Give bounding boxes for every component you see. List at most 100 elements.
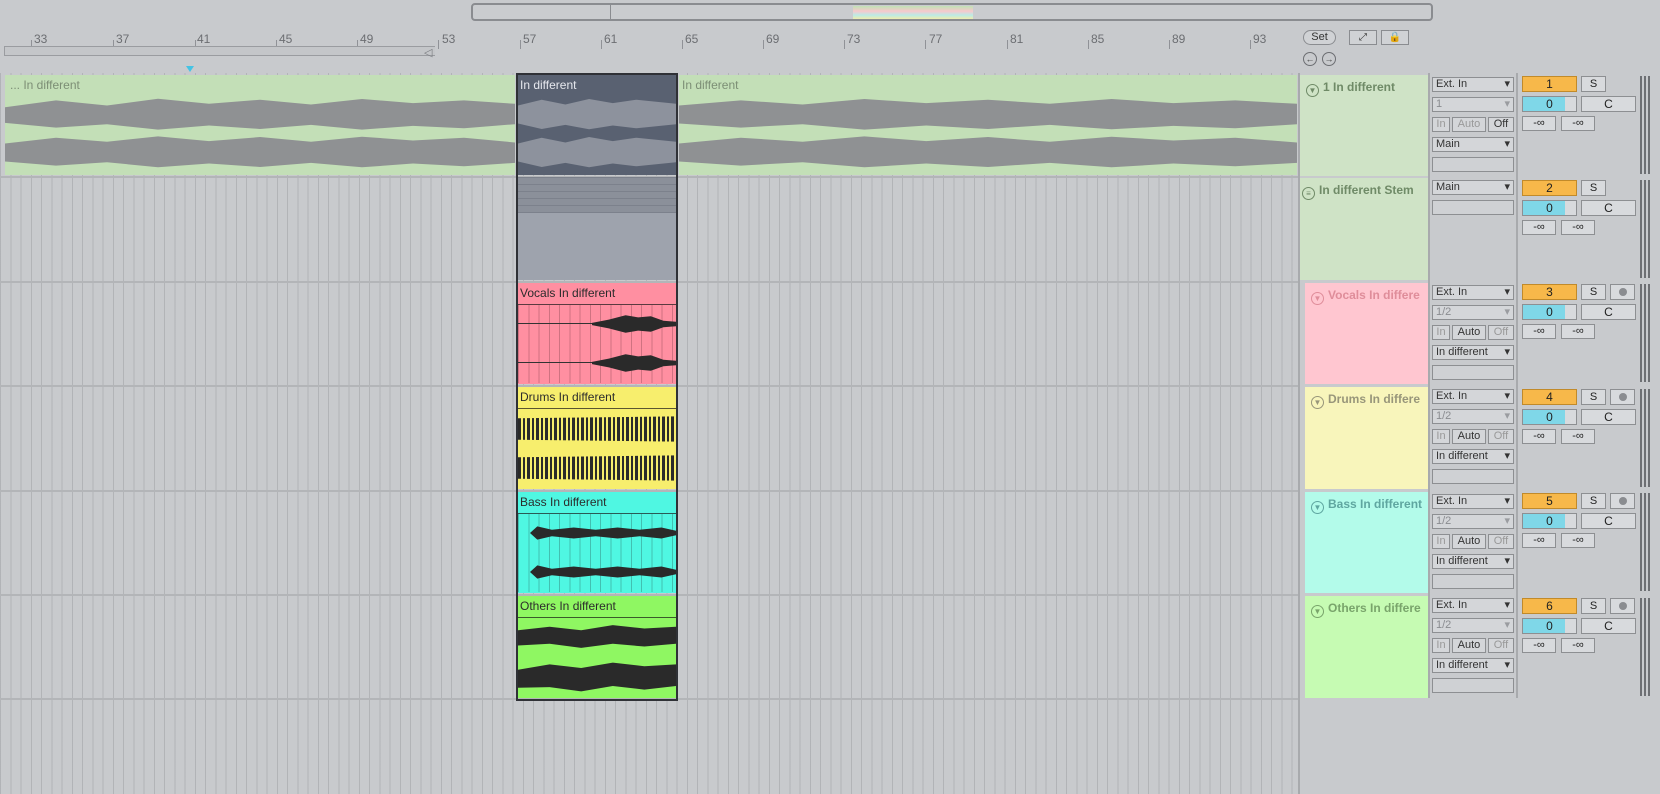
input-type-dropdown[interactable]: Ext. In — [1432, 285, 1514, 300]
volume-slider[interactable]: 0 — [1522, 409, 1577, 425]
fold-toggle-icon[interactable]: ▼ — [1311, 501, 1324, 514]
solo-button[interactable]: S — [1581, 284, 1606, 300]
audio-clip-vocals[interactable]: Vocals In different — [518, 283, 676, 384]
peak-left-readout[interactable]: -∞ — [1522, 638, 1556, 653]
pan-knob[interactable]: C — [1581, 513, 1636, 529]
pan-knob[interactable]: C — [1581, 96, 1636, 112]
peak-right-readout[interactable]: -∞ — [1561, 220, 1595, 235]
solo-button[interactable]: S — [1581, 389, 1606, 405]
monitor-off-button[interactable]: Off — [1488, 429, 1514, 444]
arm-record-button[interactable] — [1610, 493, 1635, 509]
solo-button[interactable]: S — [1581, 598, 1606, 614]
pan-knob[interactable]: C — [1581, 409, 1636, 425]
arm-record-button[interactable] — [1610, 284, 1635, 300]
peak-right-readout[interactable]: -∞ — [1561, 429, 1595, 444]
output-dropdown[interactable]: In different — [1432, 345, 1514, 360]
fold-toggle-icon[interactable]: ▼ — [1311, 396, 1324, 409]
solo-button[interactable]: S — [1581, 76, 1606, 92]
track-header-4[interactable]: ▼ Drums In differe — [1305, 387, 1428, 489]
audio-clip-selected[interactable]: In different — [518, 75, 676, 175]
track-activator-button[interactable]: 4 — [1522, 389, 1577, 405]
overview-visible-region[interactable] — [853, 6, 973, 19]
peak-right-readout[interactable]: -∞ — [1561, 324, 1595, 339]
peak-left-readout[interactable]: -∞ — [1522, 116, 1556, 131]
monitor-in-button[interactable]: In — [1432, 325, 1450, 340]
output-dropdown[interactable]: In different — [1432, 658, 1514, 673]
track-header-6[interactable]: ▼ Others In differe — [1305, 596, 1428, 698]
track-activator-button[interactable]: 1 — [1522, 76, 1577, 92]
volume-slider[interactable]: 0 — [1522, 96, 1577, 112]
volume-slider[interactable]: 0 — [1522, 200, 1577, 216]
peak-right-readout[interactable]: -∞ — [1561, 116, 1595, 131]
peak-right-readout[interactable]: -∞ — [1561, 533, 1595, 548]
monitor-off-button[interactable]: Off — [1488, 325, 1514, 340]
solo-button[interactable]: S — [1581, 180, 1606, 196]
output-channel-field[interactable] — [1432, 365, 1514, 380]
pan-knob[interactable]: C — [1581, 304, 1636, 320]
monitor-off-button[interactable]: Off — [1488, 117, 1514, 132]
peak-left-readout[interactable]: -∞ — [1522, 533, 1556, 548]
output-channel-field[interactable] — [1432, 200, 1514, 215]
output-channel-field[interactable] — [1432, 469, 1514, 484]
monitor-off-button[interactable]: Off — [1488, 534, 1514, 549]
input-type-dropdown[interactable]: Ext. In — [1432, 494, 1514, 509]
arm-record-button[interactable] — [1610, 389, 1635, 405]
audio-clip[interactable]: ... In different — [5, 75, 515, 175]
input-channel-dropdown[interactable]: 1 — [1432, 97, 1514, 112]
track-activator-button[interactable]: 6 — [1522, 598, 1577, 614]
output-dropdown[interactable]: In different — [1432, 554, 1514, 569]
monitor-in-button[interactable]: In — [1432, 117, 1450, 132]
input-channel-dropdown[interactable]: 1/2 — [1432, 409, 1514, 424]
group-fold-icon[interactable]: ≡ — [1302, 187, 1315, 200]
track-activator-button[interactable]: 2 — [1522, 180, 1577, 196]
monitor-auto-button[interactable]: Auto — [1452, 325, 1486, 340]
input-channel-dropdown[interactable]: 1/2 — [1432, 305, 1514, 320]
monitor-auto-button[interactable]: Auto — [1452, 638, 1486, 653]
fold-toggle-icon[interactable]: ▼ — [1306, 84, 1319, 97]
fold-toggle-icon[interactable]: ▼ — [1311, 605, 1324, 618]
volume-slider[interactable]: 0 — [1522, 513, 1577, 529]
input-type-dropdown[interactable]: Ext. In — [1432, 77, 1514, 92]
lock-icon[interactable]: 🔒 — [1381, 30, 1409, 45]
audio-clip[interactable]: In different — [679, 75, 1297, 175]
track-header-3[interactable]: ▼ Vocals In differe — [1305, 283, 1428, 384]
fold-toggle-icon[interactable]: ▼ — [1311, 292, 1324, 305]
input-type-dropdown[interactable]: Ext. In — [1432, 598, 1514, 613]
track-activator-button[interactable]: 3 — [1522, 284, 1577, 300]
arrow-left-icon[interactable]: ← — [1303, 52, 1317, 66]
peak-left-readout[interactable]: -∞ — [1522, 220, 1556, 235]
expand-arrows-icon[interactable]: ⤢ — [1349, 30, 1377, 45]
monitor-in-button[interactable]: In — [1432, 638, 1450, 653]
audio-clip-bass[interactable]: Bass In different — [518, 492, 676, 593]
stem-group-lane[interactable] — [518, 177, 676, 280]
output-dropdown[interactable]: In different — [1432, 449, 1514, 464]
solo-button[interactable]: S — [1581, 493, 1606, 509]
volume-slider[interactable]: 0 — [1522, 618, 1577, 634]
output-dropdown[interactable]: Main — [1432, 137, 1514, 152]
loop-end-marker[interactable]: ◁ — [424, 46, 432, 59]
monitor-in-button[interactable]: In — [1432, 534, 1450, 549]
volume-slider[interactable]: 0 — [1522, 304, 1577, 320]
input-type-dropdown[interactable]: Ext. In — [1432, 389, 1514, 404]
output-channel-field[interactable] — [1432, 157, 1514, 172]
pan-knob[interactable]: C — [1581, 618, 1636, 634]
arrow-right-icon[interactable]: → — [1322, 52, 1336, 66]
monitor-auto-button[interactable]: Auto — [1452, 534, 1486, 549]
output-dropdown[interactable]: Main — [1432, 180, 1514, 195]
monitor-auto-button[interactable]: Auto — [1452, 117, 1486, 132]
input-channel-dropdown[interactable]: 1/2 — [1432, 514, 1514, 529]
input-channel-dropdown[interactable]: 1/2 — [1432, 618, 1514, 633]
empty-drop-area[interactable] — [0, 698, 1298, 794]
pan-knob[interactable]: C — [1581, 200, 1636, 216]
loop-brace[interactable] — [4, 46, 435, 56]
arm-record-button[interactable] — [1610, 598, 1635, 614]
peak-right-readout[interactable]: -∞ — [1561, 638, 1595, 653]
audio-clip-others[interactable]: Others In different — [518, 596, 676, 698]
monitor-in-button[interactable]: In — [1432, 429, 1450, 444]
audio-clip-drums[interactable]: Drums In different — [518, 387, 676, 489]
monitor-off-button[interactable]: Off — [1488, 638, 1514, 653]
output-channel-field[interactable] — [1432, 574, 1514, 589]
set-locator-button[interactable]: Set — [1303, 30, 1336, 45]
peak-left-readout[interactable]: -∞ — [1522, 324, 1556, 339]
output-channel-field[interactable] — [1432, 678, 1514, 693]
